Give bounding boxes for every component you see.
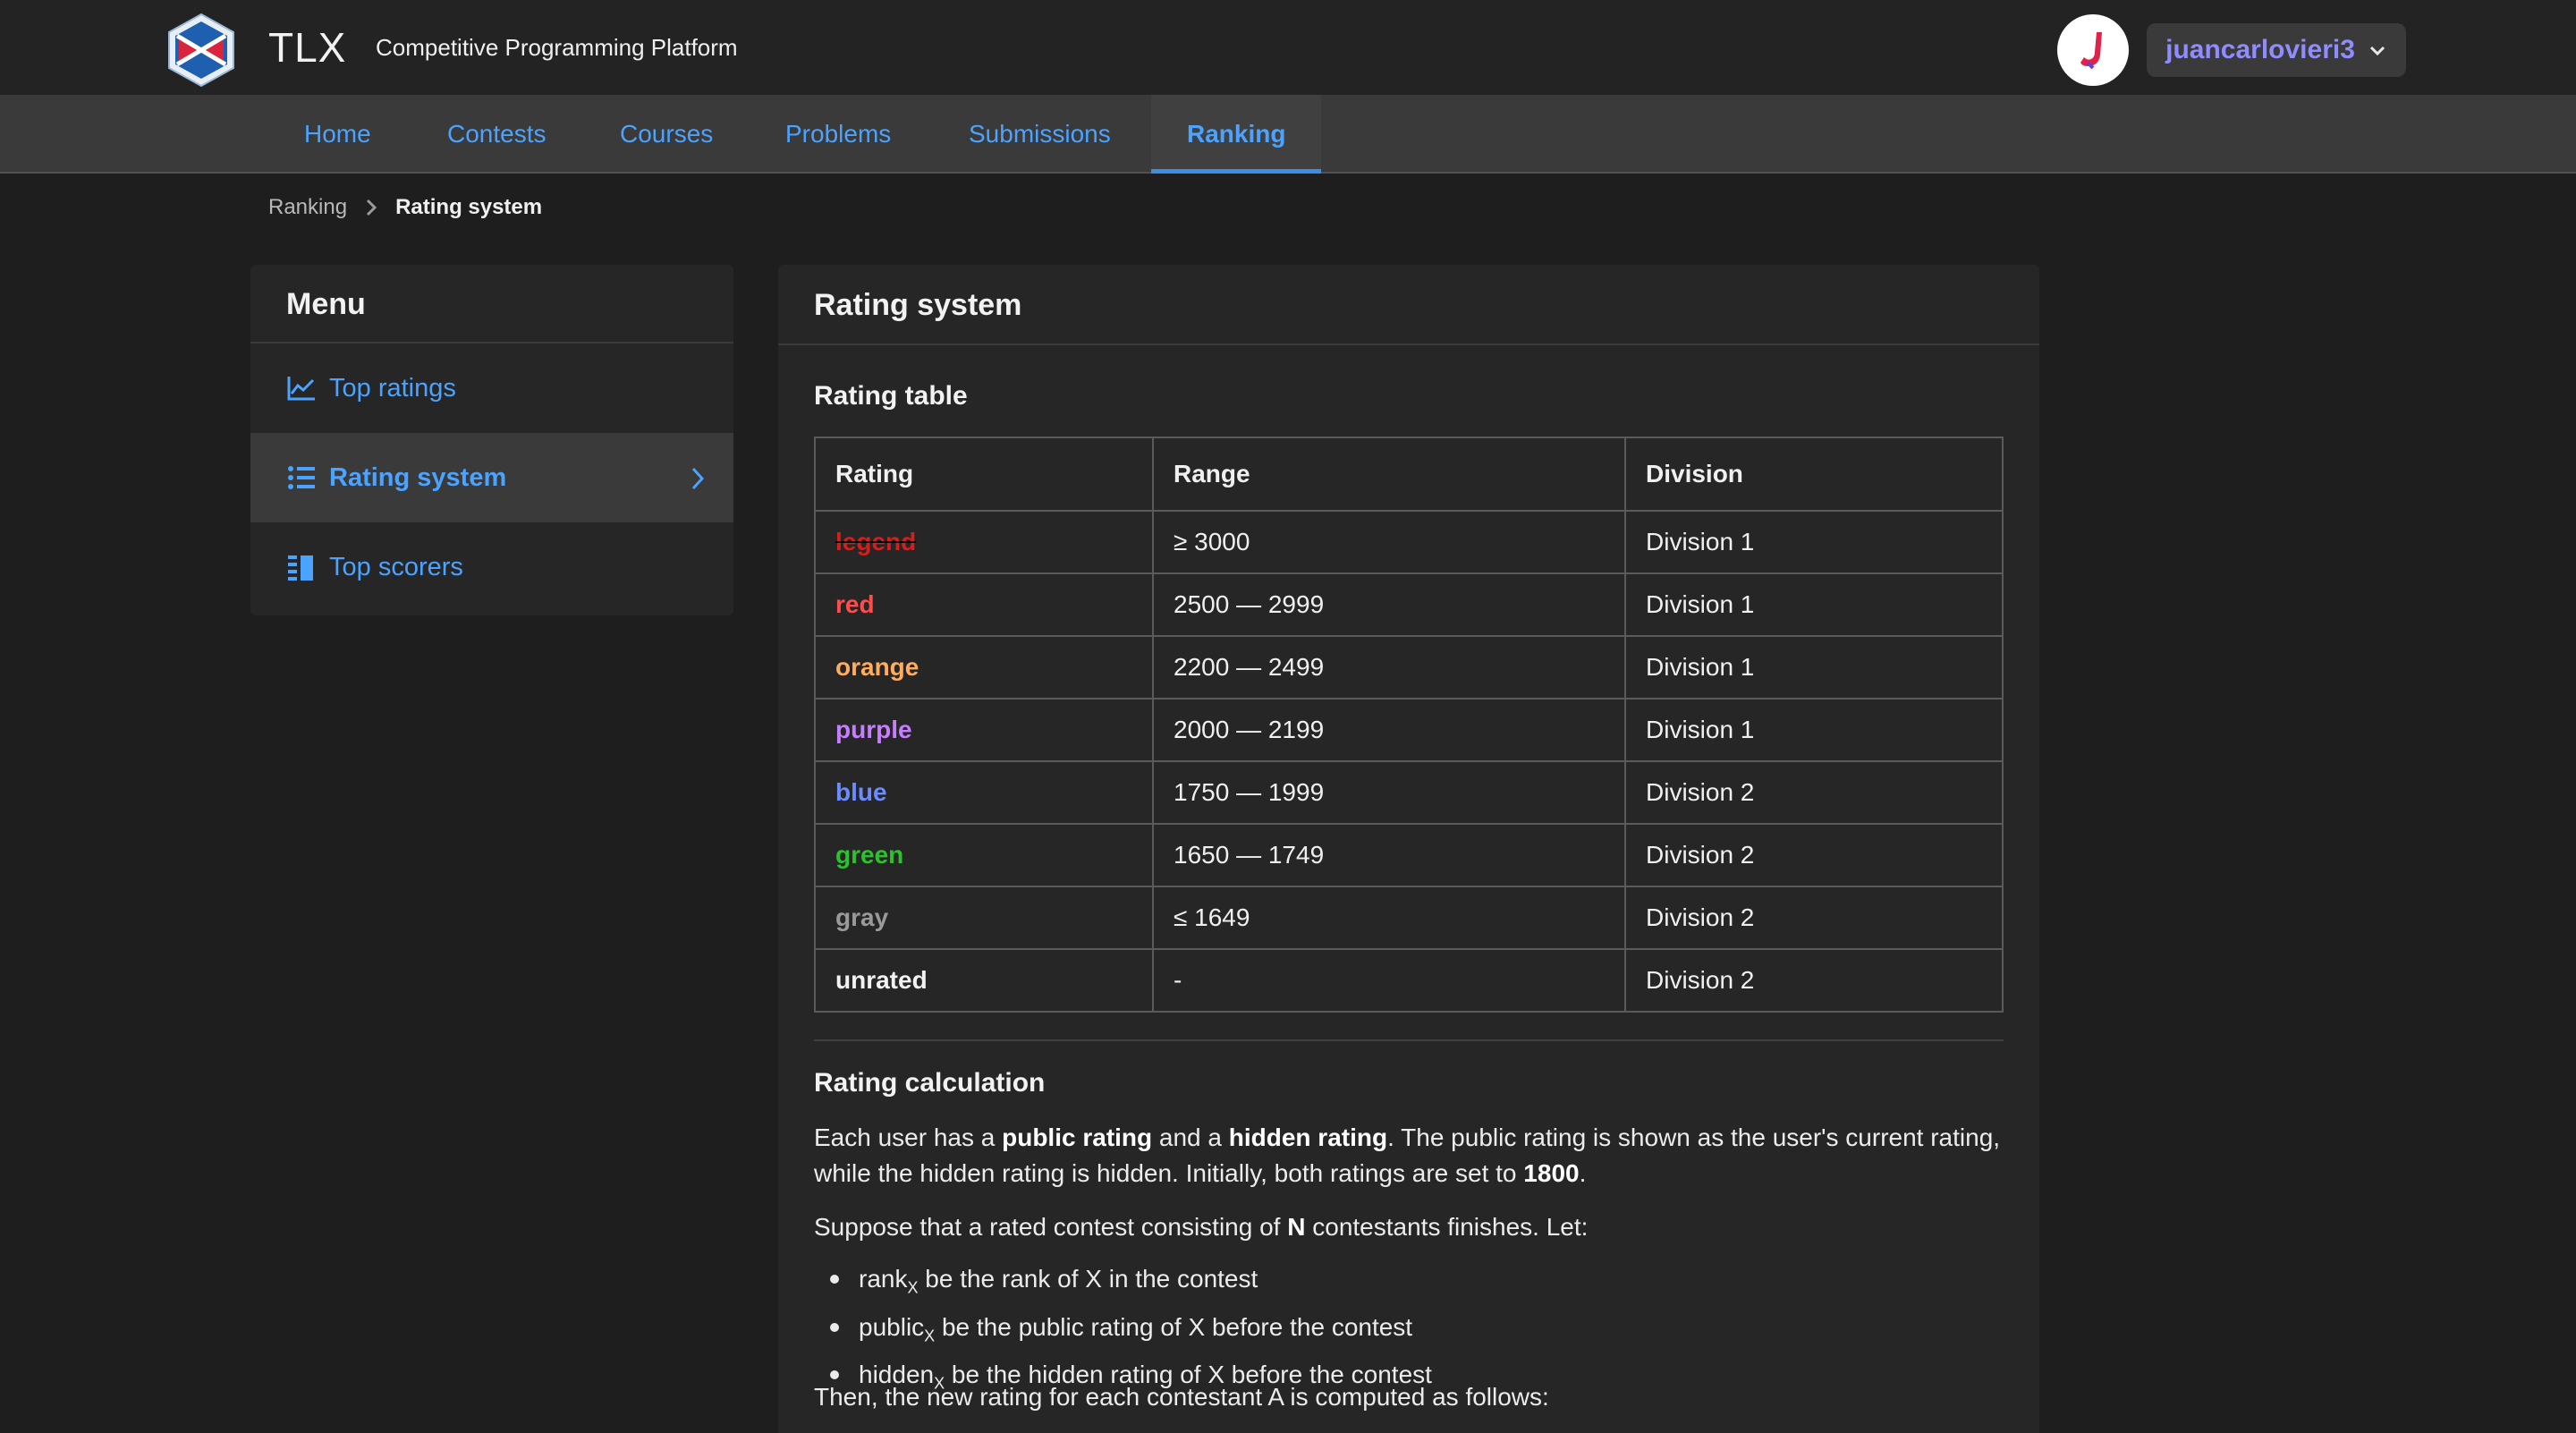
- range-cell: 1750 — 1999: [1152, 760, 1626, 825]
- list-item: rankX be the rank of X in the contest: [814, 1259, 2004, 1308]
- chevron-right-icon: [691, 467, 705, 490]
- chevron-right-icon: [367, 199, 377, 216]
- rating-cell: purple: [814, 698, 1154, 762]
- table-row: green 1650 — 1749 Division 2: [814, 823, 2004, 887]
- table-row: gray ≤ 1649 Division 2: [814, 886, 2004, 950]
- header-range: Range: [1152, 437, 1626, 512]
- rating-cell: gray: [814, 886, 1154, 950]
- rating-cell: blue: [814, 760, 1154, 825]
- rating-cell: green: [814, 823, 1154, 887]
- range-cell: -: [1152, 948, 1626, 1013]
- table-row: blue 1750 — 1999 Division 2: [814, 760, 2004, 825]
- user-menu-button[interactable]: juancarlovieri3: [2147, 23, 2406, 77]
- division-cell: Division 1: [1624, 635, 2004, 700]
- rating-cell: legend: [814, 510, 1154, 574]
- list-icon: [288, 466, 315, 489]
- division-cell: Division 1: [1624, 572, 2004, 637]
- menu-item-label: Rating system: [329, 462, 507, 492]
- rating-cell: orange: [814, 635, 1154, 700]
- rating-name: green: [835, 841, 904, 869]
- menu-title: Menu: [250, 265, 733, 343]
- nav-ranking[interactable]: Ranking: [1151, 95, 1322, 174]
- table-row: orange 2200 — 2499 Division 1: [814, 635, 2004, 700]
- rating-calc-paragraph-2: Suppose that a rated contest consisting …: [814, 1213, 1589, 1241]
- table-row: unrated - Division 2: [814, 948, 2004, 1013]
- rating-name: red: [835, 590, 875, 618]
- rating-cell: red: [814, 572, 1154, 637]
- range-cell: ≤ 1649: [1152, 886, 1626, 950]
- panel-title: Rating system: [778, 265, 2039, 345]
- rating-system-panel: Rating system Rating table Rating Range …: [778, 265, 2039, 1433]
- menu-item-label: Top ratings: [329, 373, 456, 403]
- top-bar: TLX Competitive Programming Platform jua…: [0, 0, 2576, 95]
- menu-item-top-scorers[interactable]: Top scorers: [250, 522, 733, 612]
- menu-item-top-ratings[interactable]: Top ratings: [250, 343, 733, 433]
- table-row: legend ≥ 3000 Division 1: [814, 510, 2004, 574]
- table-header-row: Rating Range Division: [814, 437, 2004, 512]
- rating-table-title: Rating table: [814, 381, 968, 411]
- nav-contests[interactable]: Contests: [411, 95, 582, 174]
- menu-item-label: Top scorers: [329, 552, 463, 581]
- breadcrumb-ranking[interactable]: Ranking: [268, 195, 347, 220]
- rating-name: blue: [835, 778, 887, 806]
- rating-name: orange: [835, 653, 919, 681]
- breadcrumb: Ranking Rating system: [268, 195, 542, 220]
- breadcrumb-current: Rating system: [395, 195, 543, 219]
- table-row: red 2500 — 2999 Division 1: [814, 572, 2004, 637]
- section-divider: [814, 1039, 2004, 1041]
- division-cell: Division 2: [1624, 948, 2004, 1013]
- nav-submissions[interactable]: Submissions: [933, 95, 1147, 174]
- rating-name: legend: [835, 528, 917, 555]
- username-label: juancarlovieri3: [2165, 35, 2355, 64]
- main-nav: Home Contests Courses Problems Submissio…: [0, 95, 2576, 174]
- nav-courses[interactable]: Courses: [584, 95, 749, 174]
- division-cell: Division 2: [1624, 886, 2004, 950]
- rating-calc-title: Rating calculation: [814, 1068, 1046, 1098]
- nav-home[interactable]: Home: [268, 95, 407, 174]
- menu-item-rating-system[interactable]: Rating system: [250, 433, 733, 522]
- division-cell: Division 1: [1624, 510, 2004, 574]
- side-menu: Menu Top ratings Rating system Top score…: [250, 265, 733, 615]
- rating-table: Rating Range Division legend ≥ 3000 Divisi…: [814, 437, 2004, 1013]
- brand-name[interactable]: TLX: [268, 23, 346, 72]
- header-rating: Rating: [814, 437, 1154, 512]
- rating-name: purple: [835, 716, 912, 743]
- leaderboard-icon: [288, 555, 313, 581]
- range-cell: ≥ 3000: [1152, 510, 1626, 574]
- brand-tagline: Competitive Programming Platform: [376, 34, 738, 61]
- range-cell: 2000 — 2199: [1152, 698, 1626, 762]
- header-division: Division: [1624, 437, 2004, 512]
- range-cell: 2500 — 2999: [1152, 572, 1626, 637]
- range-cell: 1650 — 1749: [1152, 823, 1626, 887]
- range-cell: 2200 — 2499: [1152, 635, 1626, 700]
- rating-cell: unrated: [814, 948, 1154, 1013]
- rating-name: unrated: [835, 966, 928, 994]
- nav-problems[interactable]: Problems: [750, 95, 927, 174]
- avatar-logo-icon: [2080, 32, 2102, 70]
- tlx-logo-icon[interactable]: [166, 13, 236, 88]
- chart-line-icon: [287, 377, 315, 401]
- division-cell: Division 2: [1624, 760, 2004, 825]
- avatar[interactable]: [2057, 14, 2129, 86]
- division-cell: Division 1: [1624, 698, 2004, 762]
- list-item: publicX be the public rating of X before…: [814, 1308, 2004, 1356]
- rating-calc-paragraph-1: Each user has a public rating and a hidd…: [814, 1124, 2001, 1187]
- rating-name: gray: [835, 903, 889, 931]
- division-cell: Division 2: [1624, 823, 2004, 887]
- rating-calc-paragraph-3: Then, the new rating for each contestant…: [814, 1383, 1549, 1411]
- table-row: purple 2000 — 2199 Division 1: [814, 698, 2004, 762]
- chevron-down-icon: [2369, 46, 2385, 56]
